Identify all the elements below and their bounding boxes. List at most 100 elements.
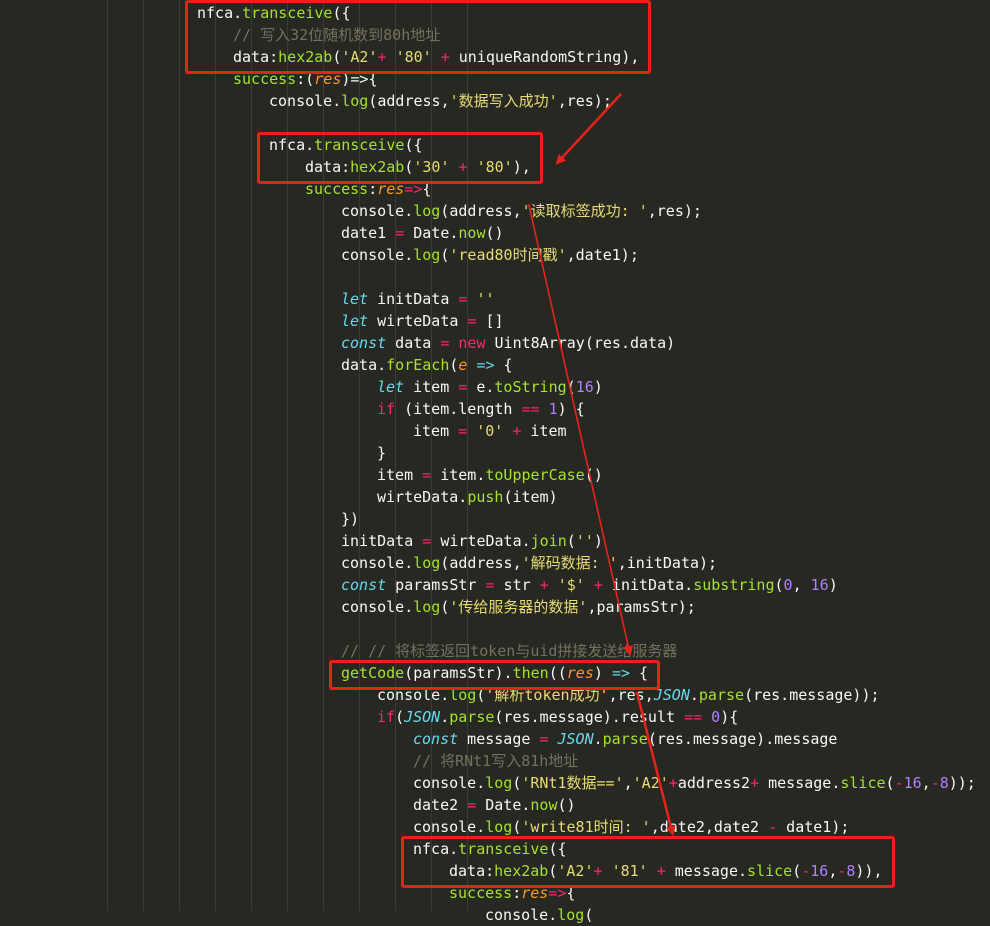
- code-token: ){: [720, 708, 739, 726]
- code-token: 8: [939, 774, 949, 792]
- code-line: console.log('read80时间戳',date1);: [341, 244, 639, 266]
- code-token: Uint8Array(res.data): [485, 334, 676, 352]
- code-token: log: [413, 202, 441, 220]
- code-token: -: [768, 818, 778, 836]
- code-line: }: [377, 442, 386, 464]
- code-token: +: [750, 774, 760, 792]
- code-token: =>: [476, 356, 495, 374]
- code-token: }: [377, 444, 387, 462]
- code-token: log: [557, 906, 585, 924]
- code-token: (res.message).message: [647, 730, 838, 748]
- code-line: initData = wirteData.join(''): [341, 530, 603, 552]
- code-token: nfca.: [269, 136, 315, 154]
- code-token: console.: [341, 246, 414, 264]
- code-token: (address,: [368, 92, 450, 110]
- code-token: hex2ab: [278, 48, 333, 66]
- code-token: (): [584, 466, 603, 484]
- code-line: getCode(paramsStr).then((res) => {: [341, 662, 648, 684]
- code-token: res: [314, 70, 342, 88]
- code-token: (item.length: [395, 400, 522, 418]
- indent-guide: [107, 0, 108, 911]
- code-token: if: [377, 400, 396, 418]
- code-token: paramsStr: [386, 576, 486, 594]
- code-token: ({: [332, 4, 351, 22]
- code-token: -: [801, 862, 811, 880]
- code-line: let initData = '': [341, 288, 495, 310]
- code-line: const message = JSON.parse(res.message).…: [413, 728, 837, 750]
- code-token: hex2ab: [494, 862, 549, 880]
- code-token: data:: [233, 48, 279, 66]
- code-token: log: [413, 554, 441, 572]
- code-token: // // 将标签返回token与uid拼接发送给服务器: [341, 642, 678, 660]
- code-token: log: [413, 246, 441, 264]
- code-token: const: [341, 334, 387, 352]
- code-line: data:hex2ab('A2'+ '81' + message.slice(-…: [449, 860, 883, 882]
- code-line: console.log(address,'读取标签成功: ',res);: [341, 200, 702, 222]
- code-token: log: [413, 598, 441, 616]
- code-line: const data = new Uint8Array(res.data): [341, 332, 675, 354]
- code-line: console.log('传给服务器的数据',paramsStr);: [341, 596, 696, 618]
- code-token: push: [467, 488, 504, 506]
- code-token: []: [476, 312, 504, 330]
- code-token: ,initData);: [617, 554, 718, 572]
- code-token: :: [512, 884, 522, 902]
- code-token: data: [386, 334, 441, 352]
- code-token: ({: [404, 136, 423, 154]
- code-token: console.: [485, 906, 558, 924]
- code-token: console.: [377, 686, 450, 704]
- code-token: ): [828, 576, 838, 594]
- code-token: const: [341, 576, 387, 594]
- code-token: 16: [903, 774, 922, 792]
- code-token: item.: [431, 466, 486, 484]
- code-token: console.: [341, 598, 414, 616]
- code-token: transceive: [314, 136, 405, 154]
- code-token: message.: [665, 862, 748, 880]
- code-token: let: [341, 290, 369, 308]
- code-line: if(JSON.parse(res.message).result == 0){: [377, 706, 738, 728]
- code-token: item: [377, 466, 423, 484]
- code-token: (res.message).result: [494, 708, 685, 726]
- code-token: '0': [476, 422, 504, 440]
- code-token: getCode: [341, 664, 405, 682]
- code-token: parse: [698, 686, 745, 704]
- code-token: ({: [548, 840, 567, 858]
- code-token: slice: [840, 774, 886, 792]
- code-line: console.log(address,'数据写入成功',res);: [269, 90, 612, 112]
- code-token: '解码数据: ': [521, 554, 618, 572]
- code-token: initData.: [602, 576, 694, 594]
- code-token: parse: [602, 730, 648, 748]
- code-token: res: [566, 664, 594, 682]
- code-line: success:res=>{: [449, 882, 575, 904]
- code-editor[interactable]: nfca.transceive({// 写入32位随机数到80h地址 data:h…: [0, 0, 990, 924]
- code-token: date2: [413, 796, 468, 814]
- code-token: }): [341, 510, 360, 528]
- code-token: date1);: [777, 818, 850, 836]
- code-line: let item = e.toString(16): [377, 376, 603, 398]
- code-token: console.: [413, 774, 486, 792]
- code-token: ==: [521, 400, 540, 418]
- code-token: res: [521, 884, 549, 902]
- code-token: transceive: [458, 840, 549, 858]
- code-token: :(: [296, 70, 315, 88]
- code-token: 1: [548, 400, 558, 418]
- code-token: toUpperCase: [485, 466, 585, 484]
- code-line: nfca.transceive({: [197, 2, 351, 24]
- code-token: (: [792, 862, 802, 880]
- code-token: ),: [512, 158, 531, 176]
- code-token: '数据写入成功': [449, 92, 558, 110]
- code-token: 'read80时间戳': [449, 246, 567, 264]
- code-token: nfca.: [197, 4, 243, 22]
- code-line: date2 = Date.now(): [413, 794, 576, 816]
- code-token: 16: [810, 862, 829, 880]
- code-token: +: [539, 576, 549, 594]
- code-line: data:hex2ab('A2'+ '80' + uniqueRandomStr…: [233, 46, 639, 68]
- code-token: str: [494, 576, 540, 594]
